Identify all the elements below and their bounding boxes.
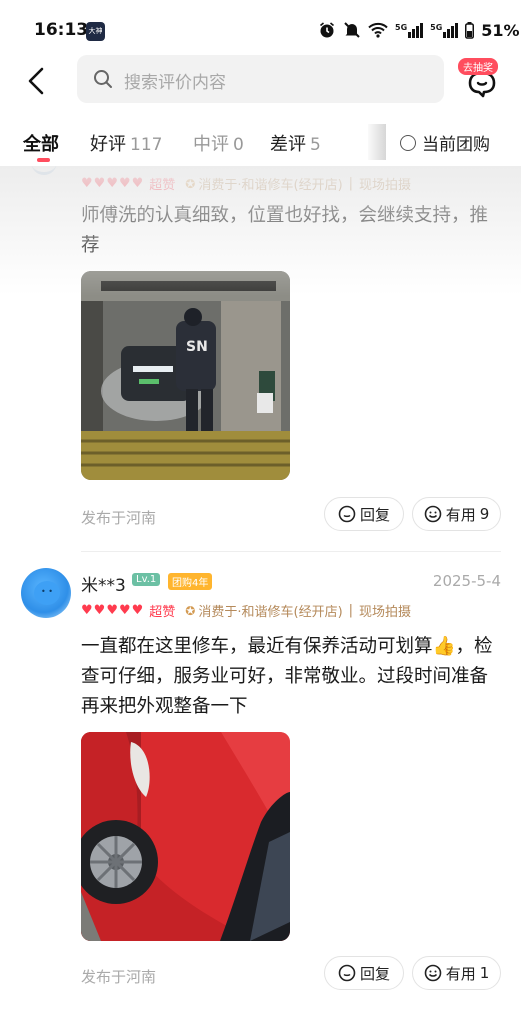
heart-icon: ♥ — [106, 176, 118, 191]
consumed-at[interactable]: 消费于·和谐修车(经开店) — [198, 174, 342, 193]
comment-icon — [338, 505, 356, 523]
useful-label: 有用 — [445, 964, 476, 983]
tab-mid[interactable]: 中评 0 — [193, 130, 244, 156]
username[interactable]: 米**3 — [81, 571, 126, 596]
useful-label: 有用 — [445, 505, 476, 524]
radio-icon — [400, 134, 416, 151]
heart-icon: ♥ — [131, 603, 144, 618]
red-car-photo — [81, 732, 290, 941]
review-filter-tabs: 全部 好评 117 中评 0 差评 5 当前团购 — [0, 118, 521, 166]
group-filter-label: 当前团购 — [422, 135, 490, 155]
back-button[interactable] — [22, 63, 52, 99]
separator: | — [348, 176, 354, 191]
live-photo-tag: 现场拍摄 — [359, 605, 412, 620]
posted-location: 发布于河南 — [81, 509, 157, 527]
heart-icon: ♥ — [118, 176, 131, 191]
tab-bad-count: 5 — [310, 135, 321, 155]
review-date: 2025-5-4 — [432, 572, 501, 590]
useful-count: 1 — [479, 964, 490, 982]
mute-bell-icon — [344, 22, 360, 38]
reply-button[interactable]: 回复 — [324, 956, 404, 990]
shop-icon: ✪ — [185, 176, 196, 191]
review-photo[interactable]: SN — [81, 271, 290, 480]
tab-mid-count: 0 — [233, 135, 244, 155]
smile-icon — [424, 505, 442, 523]
useful-button[interactable]: 有用 9 — [412, 497, 501, 531]
useful-button[interactable]: 有用 1 — [412, 956, 501, 990]
search-icon — [94, 70, 112, 88]
search-placeholder: 搜索评价内容 — [124, 73, 226, 93]
useful-count: 9 — [479, 505, 490, 523]
wifi-icon — [368, 22, 388, 38]
tab-good-label: 好评 — [90, 134, 126, 155]
level-badge: Lv.1 — [132, 573, 161, 586]
battery-percent: 51% — [481, 20, 520, 40]
rating-hearts: ♥ ♥ ♥ ♥ ♥ — [81, 176, 143, 191]
status-time: 16:13 — [34, 20, 89, 40]
heart-icon: ♥ — [93, 176, 106, 191]
shop-icon: ✪ — [185, 603, 196, 618]
rating-label: 超赞 — [149, 178, 176, 193]
chevron-left-icon — [28, 67, 44, 95]
car-wash-photo: SN — [81, 271, 290, 480]
reply-label: 回复 — [359, 505, 390, 524]
avatar-face: • • — [34, 581, 60, 605]
comment-icon — [338, 964, 356, 982]
heart-icon: ♥ — [81, 176, 93, 191]
signal-2-icon: 5G — [430, 22, 459, 38]
tab-good-count: 117 — [130, 135, 163, 155]
heart-icon: ♥ — [106, 603, 118, 618]
review-text: 一直都在这里修车，最近有保养活动可划算👍，检查可仔细，服务业可好，非常敬业。过段… — [81, 636, 493, 717]
tab-all[interactable]: 全部 — [23, 130, 59, 156]
alarm-icon — [319, 22, 335, 38]
heart-icon: ♥ — [81, 603, 93, 618]
divider — [81, 551, 501, 552]
search-input[interactable]: 搜索评价内容 — [77, 55, 444, 103]
live-photo-tag: 现场拍摄 — [359, 178, 412, 193]
status-icons: 5G 5G 51% — [318, 19, 520, 41]
tab-scroll-fade — [368, 124, 386, 160]
heart-icon: ♥ — [131, 176, 144, 191]
separator: | — [348, 603, 354, 618]
tab-bad[interactable]: 差评 5 — [270, 130, 321, 156]
photo-text: SN — [186, 339, 208, 355]
battery-icon — [465, 21, 475, 39]
smile-icon — [424, 964, 442, 982]
group-years-badge: 团购4年 — [168, 573, 213, 590]
tab-mid-label: 中评 — [193, 134, 229, 155]
current-group-filter[interactable]: 当前团购 — [400, 130, 490, 155]
status-bar: 16:13 大神 5G 5G 51% — [0, 0, 521, 60]
signal-1-icon: 5G — [395, 22, 424, 38]
app-notification-icon: 大神 — [86, 22, 105, 41]
review-photo[interactable] — [81, 732, 290, 941]
top-nav: 搜索评价内容 去抽奖 — [0, 55, 521, 110]
reply-label: 回复 — [359, 964, 390, 983]
rating-line: ♥ ♥ ♥ ♥ ♥ 超赞 ✪ 消费于·和谐修车(经开店) | 现场拍摄 — [81, 601, 411, 620]
heart-icon: ♥ — [118, 603, 131, 618]
active-tab-indicator — [37, 158, 50, 162]
review-text: 师傅洗的认真细致，位置也好找，会继续支持，推荐 — [81, 205, 489, 256]
rating-label: 超赞 — [149, 605, 176, 620]
reply-button[interactable]: 回复 — [324, 497, 404, 531]
tab-bad-label: 差评 — [270, 134, 306, 155]
rating-line: ♥ ♥ ♥ ♥ ♥ 超赞 ✪ 消费于·和谐修车(经开店) | 现场拍摄 — [81, 174, 411, 193]
network-label: 5G — [430, 22, 443, 32]
avatar[interactable]: • • — [21, 568, 71, 618]
consumed-at[interactable]: 消费于·和谐修车(经开店) — [198, 601, 342, 620]
tab-good[interactable]: 好评 117 — [90, 130, 162, 156]
posted-location: 发布于河南 — [81, 968, 157, 986]
heart-icon: ♥ — [93, 603, 106, 618]
lottery-badge[interactable]: 去抽奖 — [458, 58, 498, 75]
network-label: 5G — [395, 22, 408, 32]
rating-hearts: ♥ ♥ ♥ ♥ ♥ — [81, 603, 143, 618]
